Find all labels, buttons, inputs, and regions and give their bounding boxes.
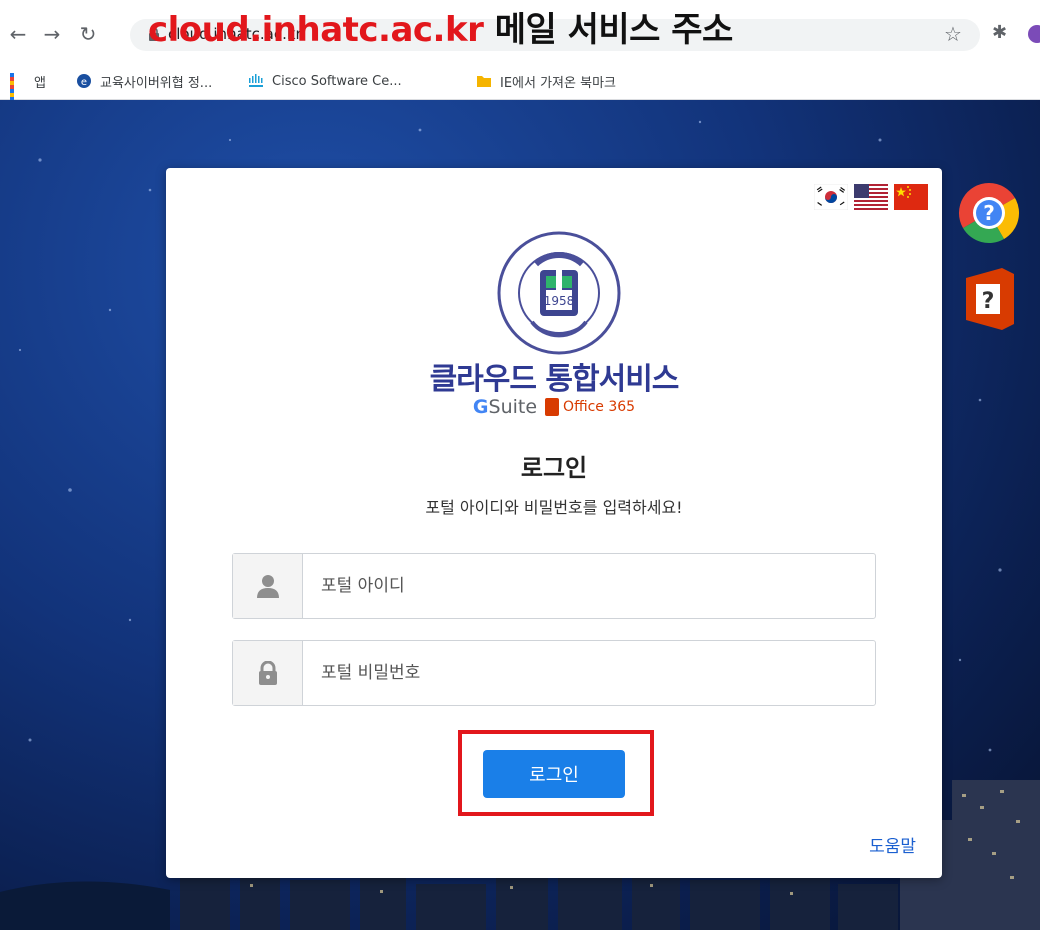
emblem-year: 1958 xyxy=(544,294,575,308)
user-icon xyxy=(233,554,303,618)
folder-icon xyxy=(477,76,491,87)
login-description: 포털 아이디와 비밀번호를 입력하세요! xyxy=(425,498,683,517)
page-background: 1958 클라우드 통합서비스 GSuite Office 365 로그인 포털… xyxy=(0,100,1040,930)
svg-text:e: e xyxy=(81,77,87,88)
gsuite-logo: GSuite xyxy=(472,396,538,418)
apps-grid-icon xyxy=(10,73,26,109)
annotation-domain: cloud.inhatc.ac.kr xyxy=(148,10,484,50)
shield-bookmark-icon: e xyxy=(77,74,91,88)
office-help-icon[interactable]: ? xyxy=(962,266,1018,332)
china-flag-icon[interactable] xyxy=(894,184,928,210)
bookmark-star-icon[interactable]: ☆ xyxy=(944,22,962,46)
annotation-caption: 메일 서비스 주소 xyxy=(494,10,734,50)
college-emblem-logo: 1958 xyxy=(497,231,621,355)
bookmark-apps[interactable]: 앱 xyxy=(10,72,46,109)
svg-text:?: ? xyxy=(982,289,995,314)
back-arrow-icon[interactable]: ← xyxy=(6,22,30,46)
login-card: 1958 클라우드 통합서비스 GSuite Office 365 로그인 포털… xyxy=(166,168,942,878)
brand-title: 클라우드 통합서비스 xyxy=(429,362,680,397)
reload-icon[interactable]: ↻ xyxy=(76,22,100,46)
extensions-puzzle-icon[interactable]: ✱ xyxy=(992,22,1007,43)
login-heading: 로그인 xyxy=(520,454,588,482)
bookmarks-bar: 앱 e 교육사이버위협 정... Cisco Software Ce... IE… xyxy=(0,62,1040,109)
bookmark-ie-folder[interactable]: IE에서 가져온 북마크 xyxy=(476,72,616,91)
portal-id-field xyxy=(232,553,876,619)
login-button[interactable]: 로그인 xyxy=(483,750,625,798)
portal-password-field xyxy=(232,640,876,706)
cisco-icon xyxy=(249,74,263,87)
bookmark-cisco[interactable]: Cisco Software Ce... xyxy=(248,72,402,90)
annotation-title: cloud.inhatc.ac.kr 메일 서비스 주소 xyxy=(148,2,733,51)
help-question-icon[interactable]: ? xyxy=(956,180,1022,246)
bookmark-cyber-threat[interactable]: e 교육사이버위협 정... xyxy=(76,72,212,91)
portal-password-input[interactable] xyxy=(303,641,875,705)
svg-text:?: ? xyxy=(983,201,995,225)
lock-icon xyxy=(233,641,303,705)
office365-logo: Office 365 xyxy=(545,398,635,416)
us-flag-icon[interactable] xyxy=(854,184,888,210)
forward-arrow-icon[interactable]: → xyxy=(40,22,64,46)
korean-flag-icon[interactable] xyxy=(814,184,848,210)
brand-subtitle: GSuite Office 365 xyxy=(166,396,942,418)
office-icon xyxy=(545,398,560,416)
profile-avatar[interactable] xyxy=(1028,25,1040,43)
portal-id-input[interactable] xyxy=(303,554,875,618)
browser-toolbar: ← → ↻ cloud.inhatc.ac.kr ☆ ✱ cloud.inhat… xyxy=(0,0,1040,62)
language-selector xyxy=(814,184,928,210)
help-link[interactable]: 도움말 xyxy=(869,832,916,857)
